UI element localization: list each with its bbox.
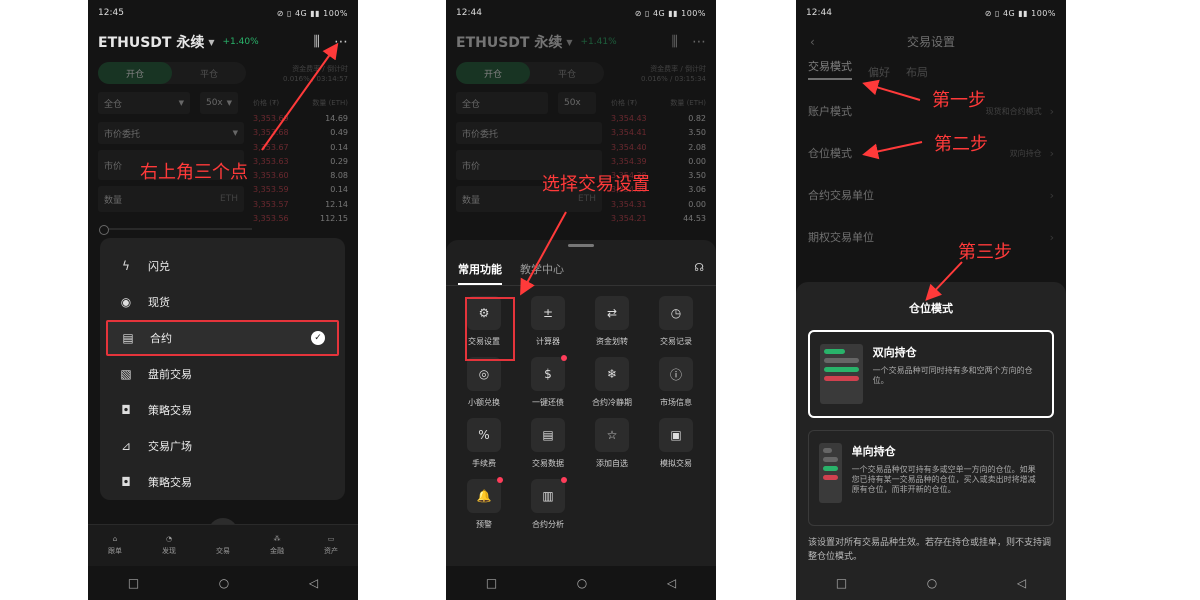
annotation-step-two: 第二步 [934, 134, 988, 155]
annotation-step-three: 第三步 [958, 242, 1012, 263]
annotation-select-trade-settings: 选择交易设置 [542, 174, 650, 195]
annotation-arrows [261, 42, 963, 361]
arrow-to-more-dots [261, 42, 339, 151]
highlight-trade-settings [465, 297, 515, 361]
arrow-step-three [925, 261, 963, 301]
annotation-top-right-dots: 右上角三个点 [140, 162, 248, 183]
arrow-to-trade-settings [520, 211, 567, 296]
annotation-step-one: 第一步 [932, 90, 986, 111]
arrow-step-two [862, 141, 923, 160]
arrow-step-one [862, 79, 921, 101]
